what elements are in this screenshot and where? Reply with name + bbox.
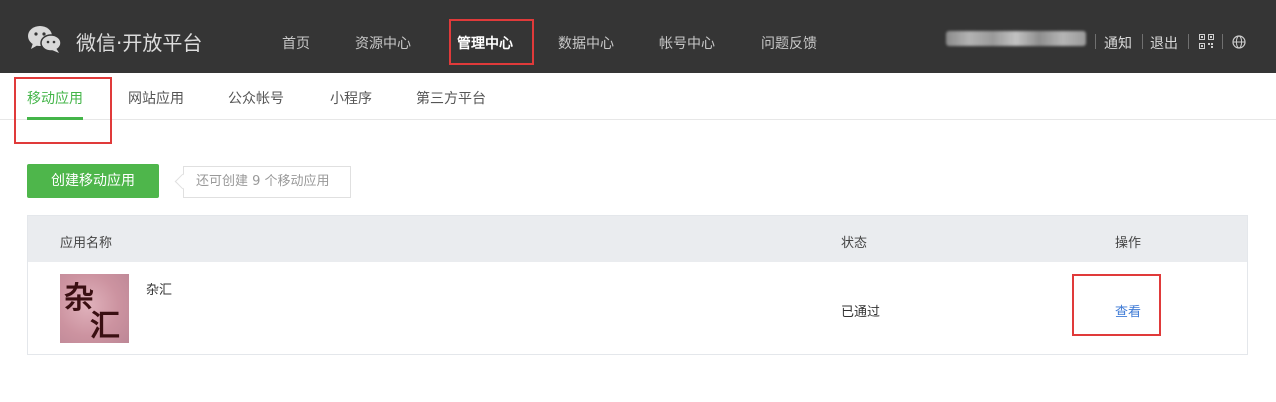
divider: [1188, 34, 1189, 49]
nav-home[interactable]: 首页: [282, 33, 310, 53]
nav-resource-center[interactable]: 资源中心: [355, 33, 411, 53]
table-header: 应用名称 状态 操作: [28, 216, 1247, 262]
globe-language-icon[interactable]: [1232, 35, 1246, 49]
divider: [1142, 34, 1143, 49]
nav-data-center[interactable]: 数据中心: [558, 33, 614, 53]
tab-third-party-platform[interactable]: 第三方平台: [416, 88, 486, 108]
app-icon[interactable]: 杂 汇: [60, 274, 129, 344]
remaining-quota-hint: 还可创建 9 个移动应用: [183, 166, 351, 198]
nav-feedback[interactable]: 问题反馈: [761, 33, 817, 53]
app-icon-calligraphy: 杂 汇: [64, 281, 120, 344]
app-table: 应用名称 状态 操作 杂 汇 杂汇 已通过 查看: [27, 215, 1248, 355]
create-mobile-app-button[interactable]: 创建移动应用: [27, 164, 159, 198]
highlight-box-management: [449, 19, 534, 65]
highlight-box-mobile-tab: [14, 77, 112, 144]
divider: [1222, 34, 1223, 49]
tab-official-accounts[interactable]: 公众帐号: [228, 88, 284, 108]
logout-link[interactable]: 退出: [1150, 33, 1178, 53]
header-status: 状态: [841, 236, 868, 251]
wechat-logo-icon: [28, 26, 62, 53]
tab-website-apps[interactable]: 网站应用: [128, 88, 184, 108]
highlight-box-view: [1072, 274, 1161, 336]
brand-title[interactable]: 微信·开放平台: [76, 27, 202, 56]
qr-code-icon[interactable]: [1199, 34, 1214, 49]
top-navigation-bar: 微信·开放平台 首页 资源中心 管理中心 数据中心 帐号中心 问题反馈 通知 退…: [0, 0, 1276, 73]
app-name[interactable]: 杂汇: [146, 279, 172, 298]
app-status: 已通过: [841, 305, 881, 320]
blurred-username[interactable]: [946, 31, 1086, 46]
header-action: 操作: [1115, 236, 1142, 251]
notify-link[interactable]: 通知: [1104, 33, 1132, 53]
svg-text:汇: 汇: [90, 309, 120, 343]
nav-account-center[interactable]: 帐号中心: [659, 33, 715, 53]
tab-mini-programs[interactable]: 小程序: [330, 88, 372, 108]
divider: [1095, 34, 1096, 49]
sub-tab-bar: 移动应用 网站应用 公众帐号 小程序 第三方平台: [0, 73, 1276, 120]
header-app-name: 应用名称: [60, 236, 113, 251]
